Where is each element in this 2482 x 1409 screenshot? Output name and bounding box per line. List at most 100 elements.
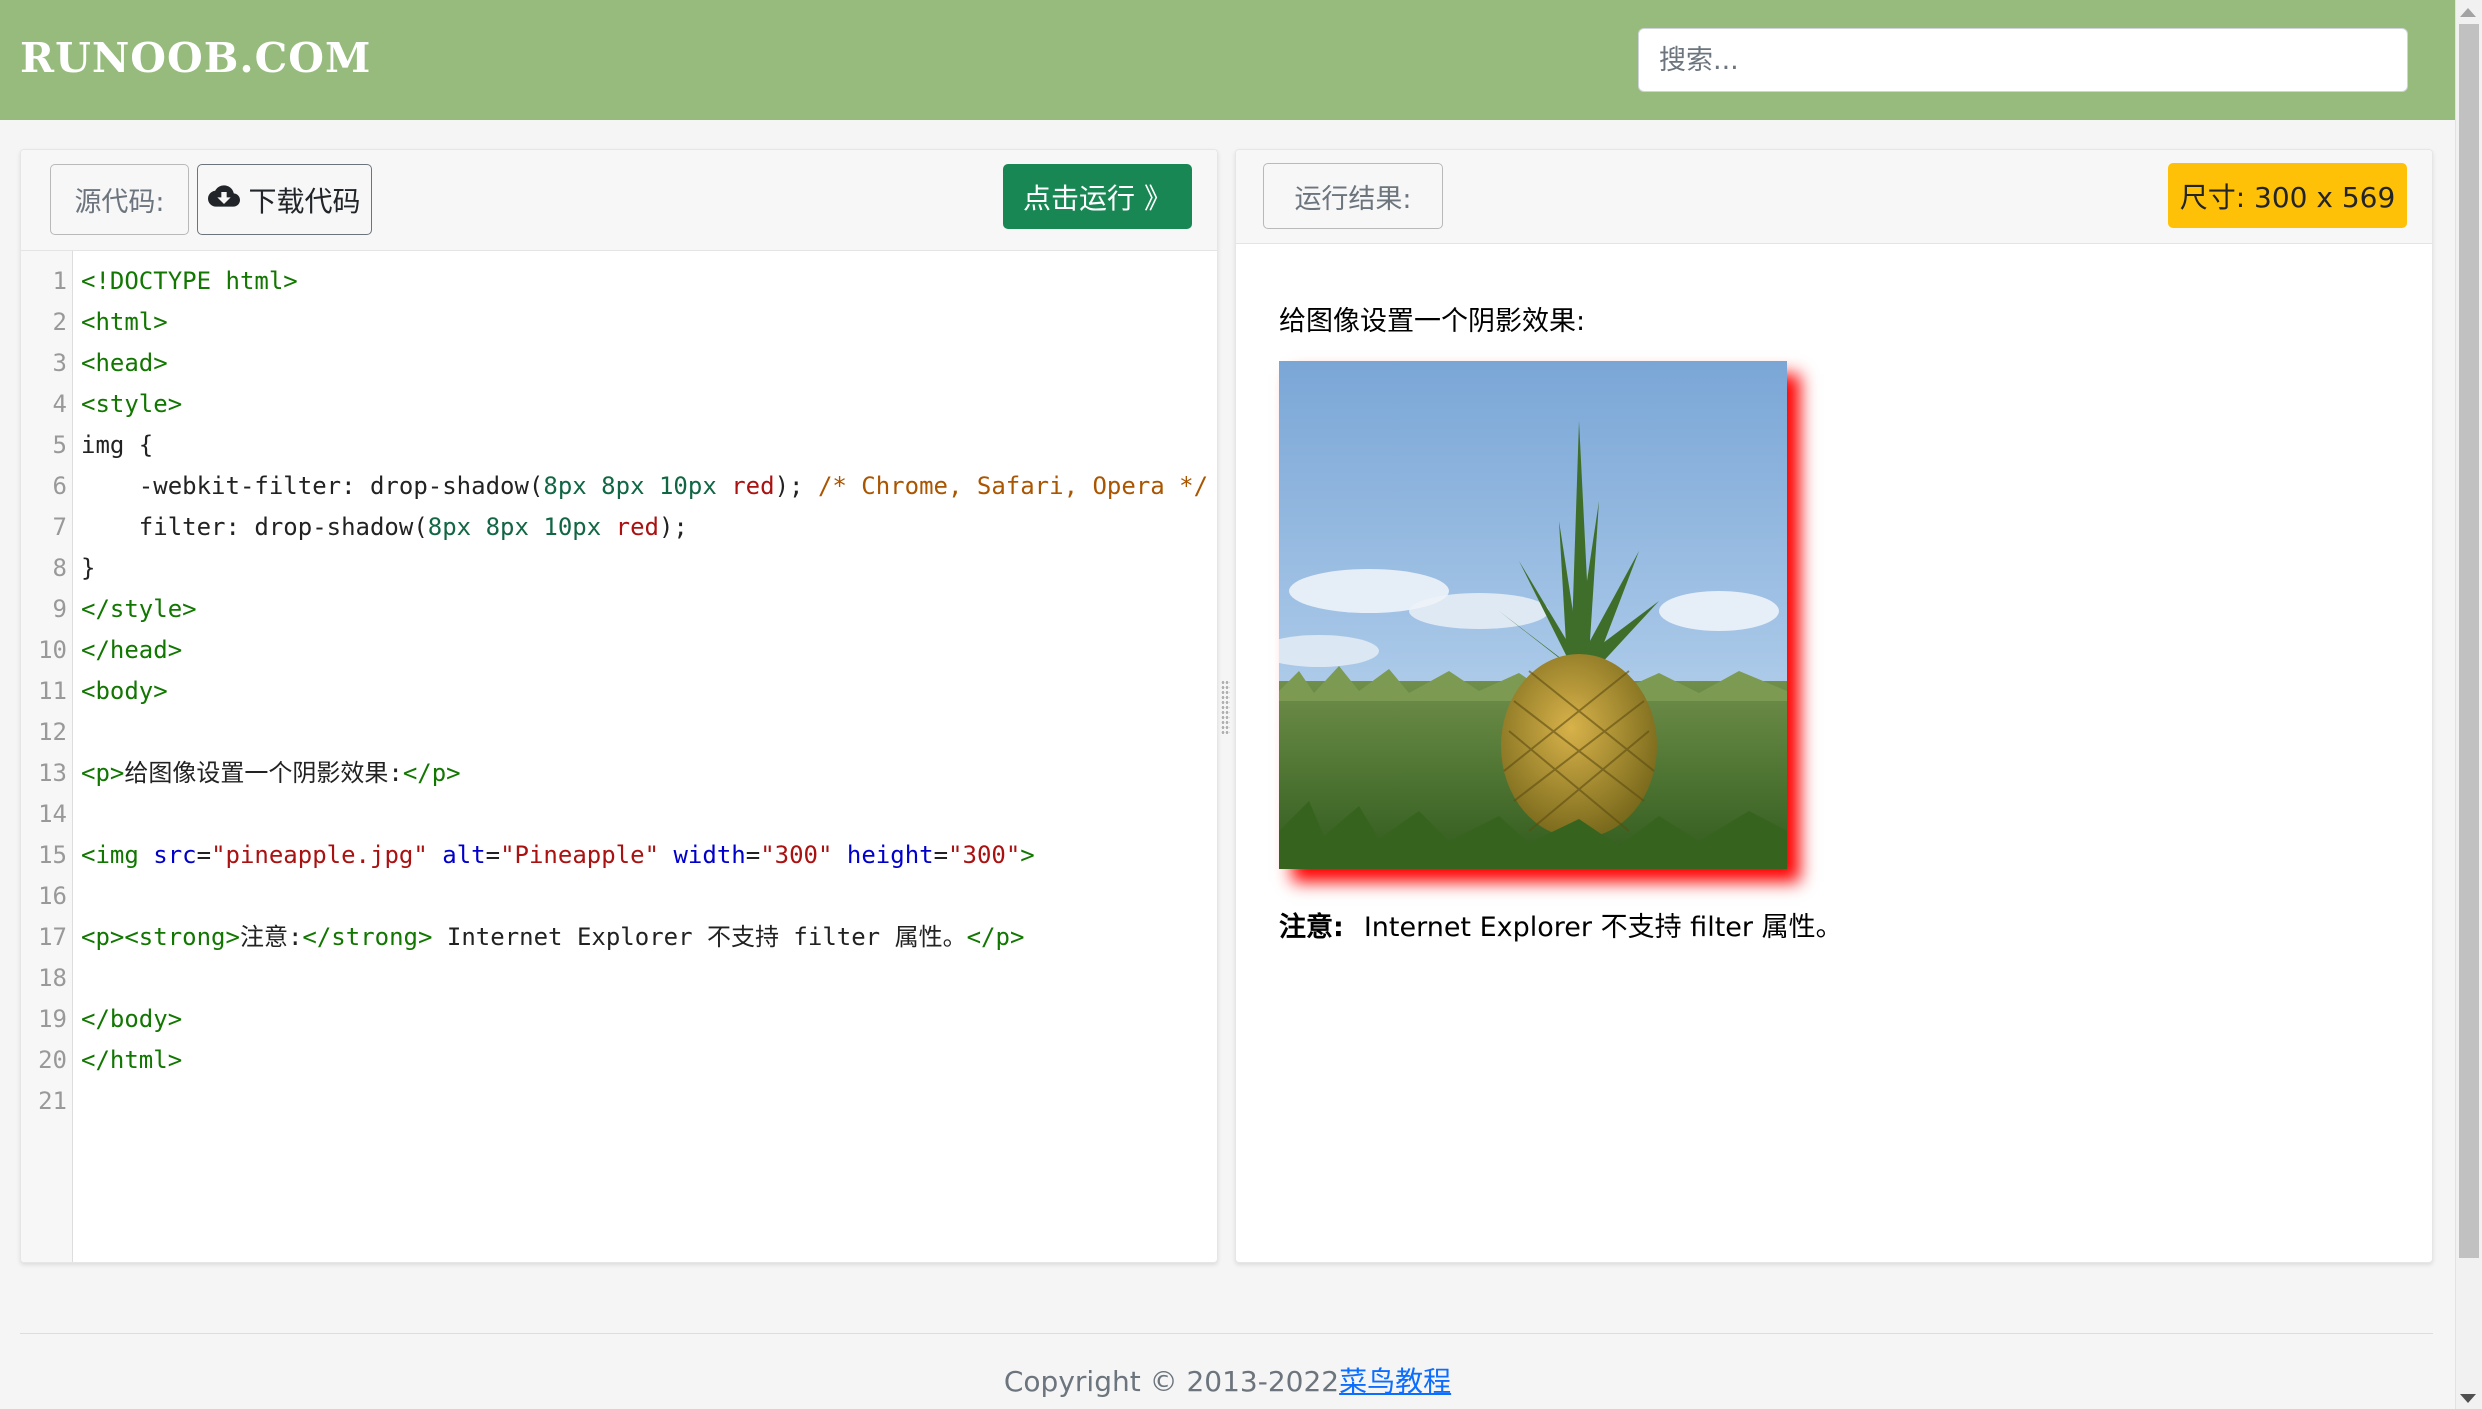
download-code-button[interactable]: 下载代码 — [197, 164, 372, 235]
pineapple-image — [1279, 361, 1787, 869]
line-number: 7 — [52, 513, 67, 541]
search-input[interactable] — [1638, 28, 2408, 92]
footer-divider — [20, 1333, 2433, 1334]
line-number: 2 — [52, 308, 67, 336]
result-panel: 运行结果: 尺寸: 300 x 569 给图像设置一个阴影效果: 注意: Int… — [1235, 149, 2433, 1263]
copyright-text: Copyright © 2013-2022 — [1003, 1365, 1340, 1398]
code-line[interactable]: 9 </style> — [21, 589, 1217, 630]
code-line[interactable]: 5 img { — [21, 425, 1217, 466]
code-text: </head> — [81, 630, 182, 671]
code-line[interactable]: 12 — [21, 712, 1217, 753]
code-text: } — [81, 548, 95, 589]
code-token: </p> — [966, 923, 1025, 951]
code-text: </html> — [81, 1040, 182, 1081]
scroll-down-arrow-icon[interactable] — [2460, 1394, 2476, 1403]
code-line[interactable]: 18 — [21, 958, 1217, 999]
code-line[interactable]: 10 </head> — [21, 630, 1217, 671]
code-line[interactable]: 2 <html> — [21, 302, 1217, 343]
code-text: <body> — [81, 671, 168, 712]
line-number: 18 — [38, 964, 67, 992]
code-text: -webkit-filter: drop-shadow(8px 8px 10px… — [81, 466, 1208, 507]
code-token: red — [615, 513, 659, 541]
code-token: <!DOCTYPE html> — [81, 267, 298, 295]
code-text: </style> — [81, 589, 197, 630]
panel-resize-handle[interactable] — [1221, 680, 1230, 734]
footer: Copyright © 2013-2022菜鸟教程 — [0, 1360, 2455, 1400]
code-token: Internet Explorer 不支持 filter 属性。 — [432, 923, 967, 951]
code-token: </html> — [81, 1046, 183, 1074]
code-text: <style> — [81, 384, 182, 425]
code-line[interactable]: 21 — [21, 1081, 1217, 1122]
code-token: 8px 8px 10px — [427, 513, 616, 541]
cloud-download-icon — [208, 180, 241, 219]
code-token: </style> — [81, 595, 197, 623]
code-text: </body> — [81, 999, 182, 1040]
code-token: ); — [658, 513, 688, 541]
code-line[interactable]: 19 </body> — [21, 999, 1217, 1040]
code-token: width — [673, 841, 746, 869]
code-token: <html> — [81, 308, 168, 336]
code-line[interactable]: 14 — [21, 794, 1217, 835]
line-number: 16 — [38, 882, 67, 910]
download-code-label: 下载代码 — [248, 184, 361, 218]
code-line[interactable]: 3 <head> — [21, 343, 1217, 384]
code-token: height — [846, 841, 934, 869]
code-editor[interactable]: 1 <!DOCTYPE html> 2 <html> 3 <head> 4 <style> 5 i… — [21, 251, 1217, 1262]
code-token: "pineapple.jpg" — [211, 841, 428, 869]
code-token: = — [485, 841, 501, 869]
code-token: } — [81, 554, 96, 582]
code-token: = — [933, 841, 949, 869]
scrollbar-thumb[interactable] — [2459, 24, 2479, 1258]
code-line[interactable]: 13 <p>给图像设置一个阴影效果:</p> — [21, 753, 1217, 794]
code-token: <img — [81, 841, 154, 869]
code-token: "300" — [760, 841, 833, 869]
code-token: </p> — [402, 759, 461, 787]
code-line[interactable]: 4 <style> — [21, 384, 1217, 425]
code-token: red — [731, 472, 775, 500]
source-code-toolbar: 源代码: 下载代码 点击运行 》 — [21, 150, 1217, 251]
code-line[interactable]: 16 — [21, 876, 1217, 917]
line-number: 4 — [52, 390, 67, 418]
code-line[interactable]: 8} — [21, 548, 1217, 589]
code-line[interactable]: 1 <!DOCTYPE html> — [21, 261, 1217, 302]
footer-link[interactable]: 菜鸟教程 — [1339, 1365, 1451, 1398]
scroll-up-arrow-icon[interactable] — [2460, 8, 2476, 17]
code-text: <p>给图像设置一个阴影效果:</p> — [81, 753, 461, 794]
code-token: filter: drop-shadow( — [81, 513, 428, 541]
line-number: 13 — [38, 759, 67, 787]
top-navbar: RUNOOB.COM — [0, 0, 2455, 120]
code-line[interactable]: 7 filter: drop-shadow(8px 8px 10px red); — [21, 507, 1217, 548]
line-number: 11 — [38, 677, 67, 705]
code-text: <html> — [81, 302, 168, 343]
result-label: 运行结果: — [1263, 163, 1443, 229]
code-token: "Pineapple" — [500, 841, 660, 869]
code-line[interactable]: 6 -webkit-filter: drop-shadow(8px 8px 10… — [21, 466, 1217, 507]
code-token: <style> — [81, 390, 183, 418]
code-line[interactable]: 17 <p><strong>注意:</strong> Internet Explo… — [21, 917, 1217, 958]
line-number: 10 — [38, 636, 67, 664]
code-token: 8px 8px 10px — [543, 472, 732, 500]
code-line[interactable]: 20 </html> — [21, 1040, 1217, 1081]
code-token: src — [153, 841, 197, 869]
code-token: </head> — [81, 636, 183, 664]
code-line[interactable]: 15 <img src="pineapple.jpg" alt="Pineappl… — [21, 835, 1217, 876]
line-number: 12 — [38, 718, 67, 746]
code-token: </strong> — [302, 923, 433, 951]
code-line[interactable]: 11 <body> — [21, 671, 1217, 712]
code-token: -webkit-filter: drop-shadow( — [81, 472, 544, 500]
code-token: <p> — [81, 759, 125, 787]
code-text: <img src="pineapple.jpg" alt="Pineapple"… — [81, 835, 1035, 876]
line-number: 14 — [38, 800, 67, 828]
code-token: img { — [81, 431, 154, 459]
code-token: <body> — [81, 677, 168, 705]
code-text: <head> — [81, 343, 168, 384]
code-token: <p><strong> — [81, 923, 240, 951]
code-token: <head> — [81, 349, 168, 377]
run-button[interactable]: 点击运行 》 — [1003, 164, 1192, 229]
site-logo[interactable]: RUNOOB.COM — [20, 34, 371, 82]
source-code-label: 源代码: — [50, 164, 189, 235]
code-text: <p><strong>注意:</strong> Internet Explore… — [81, 917, 1024, 958]
